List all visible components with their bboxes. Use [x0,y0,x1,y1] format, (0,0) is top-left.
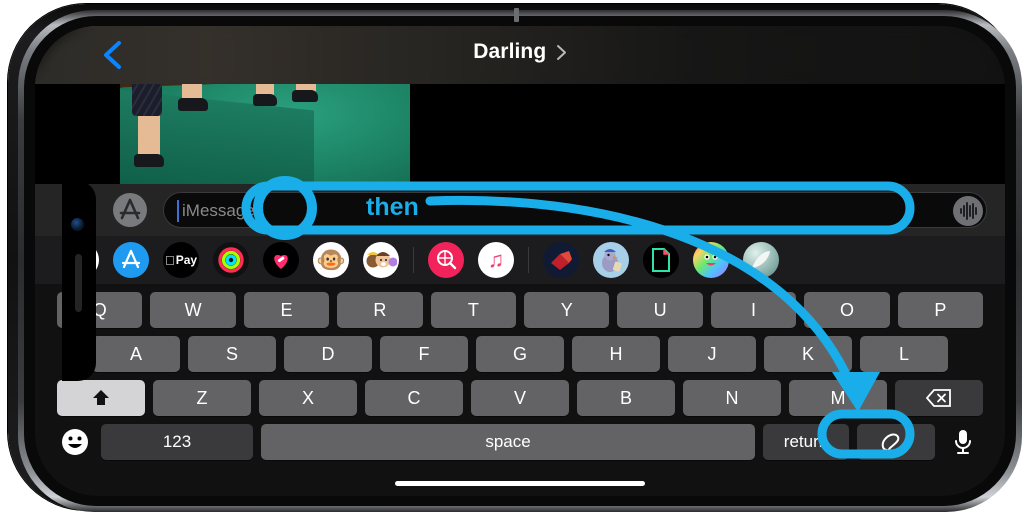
key-g[interactable]: G [476,336,564,372]
app-store-icon [119,198,141,220]
imessage-app-drawer[interactable]: Pay 🐵 ♫ [35,236,1005,284]
red-shape-sticker-icon[interactable] [543,242,579,278]
key-o[interactable]: O [804,292,890,328]
key-k[interactable]: K [764,336,852,372]
key-f[interactable]: F [380,336,468,372]
return-key[interactable]: return [763,424,849,460]
phone-screen: Darling iMessage Pay 🐵 ♫ Q W E R T Y U I… [35,26,1005,496]
app-store-app-icon[interactable] [113,242,149,278]
emoji-smiley-icon [62,429,88,455]
key-x[interactable]: X [259,380,357,416]
navigation-bar: Darling [35,26,1005,84]
rainbow-face-icon[interactable] [693,242,729,278]
record-audio-button[interactable] [953,196,983,226]
conversation-title-button[interactable]: Darling [35,40,1005,64]
scribble-handwriting-key[interactable] [857,424,935,460]
audio-waveform-icon [960,202,977,220]
key-d[interactable]: D [284,336,372,372]
photo-shoe [253,94,277,106]
key-y[interactable]: Y [524,292,610,328]
imessage-input-field[interactable]: iMessage [163,192,987,228]
key-e[interactable]: E [243,292,330,328]
keyboard-row-4: 123 space return [35,424,1005,460]
on-screen-keyboard: QWERTYUIOP ASDFGHJKL ZXCVBNM 123 space r… [35,284,1005,496]
imessage-apps-button[interactable] [113,193,147,227]
message-composer-bar: iMessage [35,184,1005,236]
imessage-placeholder: iMessage [182,201,255,220]
antenna-line [514,8,519,22]
activity-rings-icon[interactable] [213,242,249,278]
photo-shoe [134,154,164,167]
music-app-icon[interactable]: ♫ [478,242,514,278]
ios-messages-app: Darling iMessage Pay 🐵 ♫ Q W E R T Y U I… [35,26,1005,496]
keyboard-row-3: ZXCVBNM [35,380,1005,416]
key-h[interactable]: H [572,336,660,372]
text-caret [177,200,179,222]
key-w[interactable]: W [150,292,236,328]
key-n[interactable]: N [683,380,781,416]
keyboard-row-1: QWERTYUIOP [35,292,1005,328]
key-u[interactable]: U [617,292,703,328]
bird-sticker-icon[interactable] [593,242,629,278]
app-drawer-separator [528,247,529,273]
backspace-icon [926,389,951,407]
emoji-key[interactable] [57,424,93,460]
space-key[interactable]: space [261,424,755,460]
phone-frame: Darling iMessage Pay 🐵 ♫ Q W E R T Y U I… [8,4,1022,512]
photo-shoe [292,90,318,102]
scribble-handwriting-icon [881,433,910,453]
app-drawer-separator [413,247,414,273]
key-s[interactable]: S [188,336,276,372]
keyboard-row-2: ASDFGHJKL [35,336,1005,372]
key-c[interactable]: C [365,380,463,416]
health-icon[interactable] [263,242,299,278]
key-r[interactable]: R [337,292,423,328]
key-j[interactable]: J [668,336,756,372]
image-search-icon[interactable] [428,242,464,278]
key-z[interactable]: Z [153,380,251,416]
memoji-stickers-icon[interactable] [363,242,399,278]
chevron-right-icon [556,44,566,60]
backspace-key[interactable] [895,380,983,416]
photo-shoe [178,98,208,111]
document-sticker-icon[interactable] [643,242,679,278]
key-i[interactable]: I [710,292,797,328]
key-p[interactable]: P [897,292,984,328]
dictation-key[interactable] [943,424,983,460]
numbers-key[interactable]: 123 [101,424,253,460]
front-camera-icon [71,218,84,231]
apple-pay-icon[interactable]: Pay [163,242,199,278]
page-title: Darling [473,40,547,63]
key-l[interactable]: L [860,336,948,372]
key-v[interactable]: V [471,380,569,416]
key-b[interactable]: B [577,380,675,416]
shift-key[interactable] [57,380,145,416]
earpiece-speaker [75,254,82,312]
animoji-monkey-icon[interactable]: 🐵 [313,242,349,278]
key-t[interactable]: T [430,292,517,328]
home-indicator [395,481,645,486]
annotation-label-then: then [366,193,419,221]
shift-arrow-icon [93,390,109,405]
key-a[interactable]: A [92,336,180,372]
microphone-icon [955,430,971,454]
teal-feather-icon[interactable] [743,242,779,278]
key-m[interactable]: M [789,380,887,416]
